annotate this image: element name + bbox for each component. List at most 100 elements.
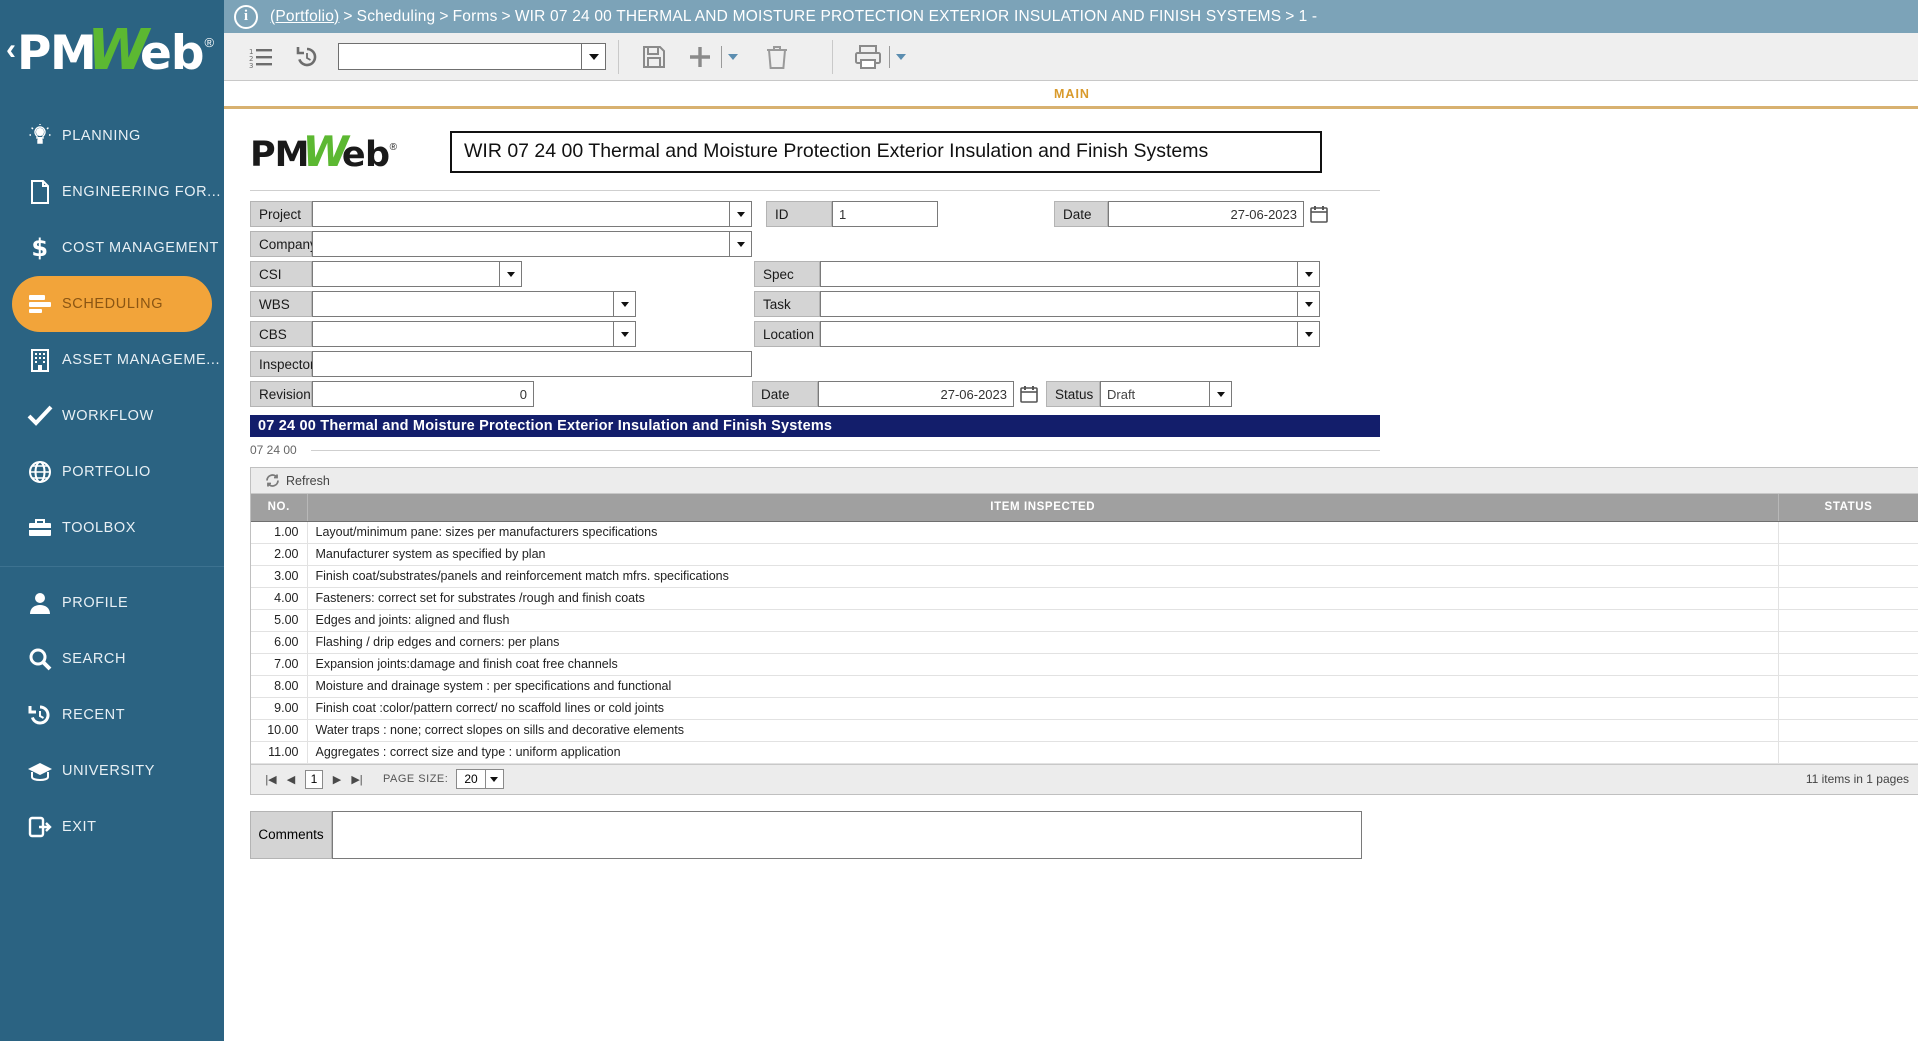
sidebar-item-label: WORKFLOW bbox=[62, 408, 154, 424]
sidebar-item-cost-management[interactable]: $ COST MANAGEMENT bbox=[0, 220, 224, 276]
table-row[interactable]: 10.00 Water traps : none; correct slopes … bbox=[251, 719, 1918, 742]
table-row[interactable]: 3.00 Finish coat/substrates/panels and re… bbox=[251, 565, 1918, 588]
sidebar-item-exit[interactable]: EXIT bbox=[0, 799, 224, 855]
sidebar-item-asset-management[interactable]: ASSET MANAGEME... bbox=[0, 332, 224, 388]
building-icon bbox=[18, 348, 62, 372]
sidebar-item-search[interactable]: SEARCH bbox=[0, 631, 224, 687]
table-row[interactable]: 4.00 Fasteners: correct set for substrate… bbox=[251, 587, 1918, 610]
record-select[interactable] bbox=[338, 43, 606, 70]
id-field[interactable]: 1 bbox=[832, 201, 938, 227]
delete-button[interactable] bbox=[754, 37, 800, 77]
cbs-select[interactable] bbox=[312, 321, 636, 347]
cell-status[interactable] bbox=[1778, 719, 1918, 742]
breadcrumb-portfolio-link[interactable]: (Portfolio) bbox=[270, 8, 339, 25]
chevron-down-icon[interactable] bbox=[729, 202, 751, 226]
sidebar-item-portfolio[interactable]: PORTFOLIO bbox=[0, 444, 224, 500]
prev-page-button[interactable]: ◀ bbox=[281, 769, 301, 789]
sidebar: ‹ PM Web ® PLANNING ENGINEERING FOR... $… bbox=[0, 0, 224, 1041]
print-split-dropdown[interactable] bbox=[889, 45, 908, 68]
print-button[interactable] bbox=[845, 37, 891, 77]
cell-item-inspected: Layout/minimum pane: sizes per manufactu… bbox=[307, 521, 1779, 544]
sidebar-item-university[interactable]: UNIVERSITY bbox=[0, 743, 224, 799]
items-count-text: 11 items in 1 pages bbox=[1805, 772, 1909, 786]
wbs-select[interactable] bbox=[312, 291, 636, 317]
history-revert-icon[interactable] bbox=[284, 37, 330, 77]
cell-item-inspected: Moisture and drainage system : per speci… bbox=[307, 675, 1779, 698]
chevron-down-icon[interactable] bbox=[581, 44, 605, 69]
breadcrumb-part-form-name[interactable]: WIR 07 24 00 THERMAL AND MOISTURE PROTEC… bbox=[515, 8, 1281, 25]
last-page-button[interactable]: ▶| bbox=[347, 769, 367, 789]
chevron-down-icon[interactable] bbox=[1297, 292, 1319, 316]
cell-status[interactable] bbox=[1778, 653, 1918, 676]
calendar-icon[interactable] bbox=[1018, 383, 1040, 405]
date2-field[interactable]: 27-06-2023 bbox=[818, 381, 1014, 407]
sidebar-item-planning[interactable]: PLANNING bbox=[0, 108, 224, 164]
table-row[interactable]: 7.00 Expansion joints:damage and finish c… bbox=[251, 653, 1918, 676]
numbered-list-icon[interactable]: 123 bbox=[238, 37, 284, 77]
cell-status[interactable] bbox=[1778, 565, 1918, 588]
sidebar-item-toolbox[interactable]: TOOLBOX bbox=[0, 500, 224, 556]
company-select[interactable] bbox=[312, 231, 752, 257]
table-row[interactable]: 6.00 Flashing / drip edges and corners: p… bbox=[251, 631, 1918, 654]
grid-toolbar: Refresh bbox=[251, 468, 1918, 494]
date-field[interactable]: 27-06-2023 bbox=[1108, 201, 1304, 227]
column-header-item-inspected[interactable]: ITEM INSPECTED bbox=[307, 494, 1779, 522]
calendar-icon[interactable] bbox=[1308, 203, 1330, 225]
cell-status[interactable] bbox=[1778, 521, 1918, 544]
table-row[interactable]: 9.00 Finish coat :color/pattern correct/ … bbox=[251, 697, 1918, 720]
add-button[interactable] bbox=[677, 37, 723, 77]
table-row[interactable]: 1.00 Layout/minimum pane: sizes per manuf… bbox=[251, 521, 1918, 544]
cell-no: 7.00 bbox=[251, 653, 308, 676]
table-row[interactable]: 8.00 Moisture and drainage system : per s… bbox=[251, 675, 1918, 698]
breadcrumb-part-scheduling[interactable]: Scheduling bbox=[357, 8, 436, 25]
chevron-down-icon[interactable] bbox=[1297, 322, 1319, 346]
csi-select[interactable] bbox=[312, 261, 522, 287]
location-select[interactable] bbox=[820, 321, 1320, 347]
page-size-select[interactable]: 20 bbox=[456, 769, 504, 789]
status-select[interactable]: Draft bbox=[1100, 381, 1232, 407]
chevron-down-icon[interactable] bbox=[613, 292, 635, 316]
chevron-down-icon[interactable] bbox=[729, 232, 751, 256]
collapse-chevron-icon[interactable]: ‹ bbox=[6, 35, 16, 65]
task-select[interactable] bbox=[820, 291, 1320, 317]
next-page-button[interactable]: ▶ bbox=[327, 769, 347, 789]
save-button[interactable] bbox=[631, 37, 677, 77]
refresh-button[interactable]: Refresh bbox=[265, 473, 330, 488]
sidebar-item-recent[interactable]: RECENT bbox=[0, 687, 224, 743]
table-row[interactable]: 5.00 Edges and joints: aligned and flush bbox=[251, 609, 1918, 632]
breadcrumb-part-forms[interactable]: Forms bbox=[453, 8, 498, 25]
table-row[interactable]: 2.00 Manufacturer system as specified by … bbox=[251, 543, 1918, 566]
first-page-button[interactable]: |◀ bbox=[261, 769, 281, 789]
cell-status[interactable] bbox=[1778, 587, 1918, 610]
cell-status[interactable] bbox=[1778, 741, 1918, 764]
inspector-field[interactable] bbox=[312, 351, 752, 377]
project-select[interactable] bbox=[312, 201, 752, 227]
spec-select[interactable] bbox=[820, 261, 1320, 287]
chevron-down-icon[interactable] bbox=[499, 262, 521, 286]
chevron-down-icon[interactable] bbox=[484, 770, 503, 788]
revision-field[interactable]: 0 bbox=[312, 381, 534, 407]
cell-status[interactable] bbox=[1778, 697, 1918, 720]
form-title-field[interactable]: WIR 07 24 00 Thermal and Moisture Protec… bbox=[450, 130, 1322, 173]
cell-status[interactable] bbox=[1778, 609, 1918, 632]
chevron-down-icon[interactable] bbox=[1297, 262, 1319, 286]
sidebar-item-label: TOOLBOX bbox=[62, 520, 137, 536]
current-page-input[interactable]: 1 bbox=[305, 769, 323, 789]
table-row[interactable]: 11.00 Aggregates : correct size and type … bbox=[251, 741, 1918, 764]
sidebar-item-scheduling[interactable]: SCHEDULING bbox=[12, 276, 212, 332]
column-header-no[interactable]: NO. bbox=[251, 494, 308, 522]
chevron-down-icon[interactable] bbox=[613, 322, 635, 346]
sidebar-item-workflow[interactable]: WORKFLOW bbox=[0, 388, 224, 444]
cell-status[interactable] bbox=[1778, 631, 1918, 654]
cell-status[interactable] bbox=[1778, 543, 1918, 566]
tab-main[interactable]: MAIN bbox=[1054, 87, 1090, 101]
comments-textarea[interactable] bbox=[332, 810, 1362, 859]
brand-logo[interactable]: ‹ PM Web ® bbox=[0, 0, 224, 100]
sidebar-item-profile[interactable]: PROFILE bbox=[0, 575, 224, 631]
info-icon[interactable]: i bbox=[234, 4, 258, 29]
sidebar-item-engineering-forms[interactable]: ENGINEERING FOR... bbox=[0, 164, 224, 220]
chevron-down-icon[interactable] bbox=[1209, 382, 1231, 406]
column-header-status[interactable]: STATUS bbox=[1778, 494, 1918, 522]
cell-status[interactable] bbox=[1778, 675, 1918, 698]
add-split-dropdown[interactable] bbox=[721, 45, 740, 68]
